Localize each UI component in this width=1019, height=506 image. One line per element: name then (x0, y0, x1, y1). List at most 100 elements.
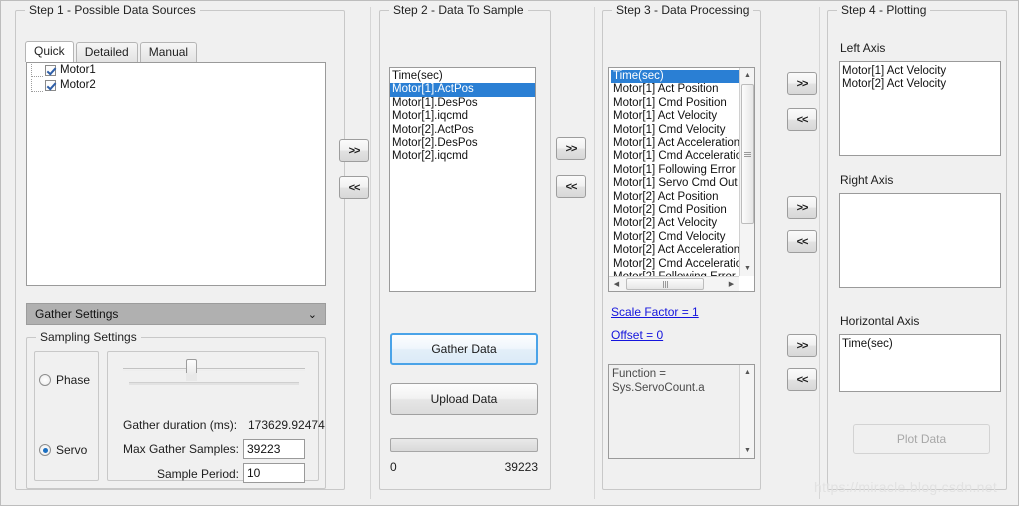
remove-from-horizontal-axis-button[interactable]: << (787, 368, 817, 391)
list-item[interactable]: Time(sec) (611, 70, 739, 84)
add-to-sample-button[interactable]: >> (339, 139, 369, 162)
scale-factor-link[interactable]: Scale Factor = 1 (611, 305, 699, 319)
function-vertical-scrollbar[interactable]: ▲ ▼ (739, 365, 754, 458)
horizontal-axis-label: Horizontal Axis (840, 314, 920, 328)
list-item[interactable]: Motor[1] Cmd Position (611, 97, 739, 110)
scroll-down-icon[interactable]: ▼ (740, 261, 754, 276)
radio-icon[interactable] (39, 374, 51, 386)
max-gather-samples-label: Max Gather Samples: (122, 442, 239, 456)
list-item[interactable]: Motor[1] Act Velocity (840, 65, 1000, 78)
list-item[interactable]: Time(sec) (390, 70, 535, 83)
list-item[interactable]: Motor[2].ActPos (390, 124, 535, 137)
plot-data-button[interactable]: Plot Data (853, 424, 990, 454)
sampling-settings-title: Sampling Settings (36, 330, 141, 344)
gather-duration-value: 173629.92474 (248, 418, 325, 432)
step1-title: Step 1 - Possible Data Sources (25, 3, 200, 17)
upload-data-button[interactable]: Upload Data (390, 383, 538, 415)
list-item[interactable]: Motor[1] Servo Cmd Out (611, 177, 739, 190)
chevron-double-down-icon[interactable]: ⌄ (308, 308, 317, 321)
list-item[interactable]: Motor[2] Act Acceleration (611, 244, 739, 257)
scroll-up-icon[interactable]: ▲ (740, 365, 754, 380)
right-axis-list[interactable] (839, 193, 1001, 288)
list-item[interactable]: Motor[1] Act Position (611, 83, 739, 96)
radio-servo[interactable]: Servo (39, 443, 87, 457)
list-item[interactable]: Motor[2] Cmd Position (611, 204, 739, 217)
grip-icon (662, 280, 668, 288)
sample-period-input[interactable]: 10 (243, 463, 305, 483)
remove-from-left-axis-button[interactable]: << (787, 108, 817, 131)
data-sources-tree[interactable]: Motor1 Motor2 (26, 62, 326, 286)
tab-detailed[interactable]: Detailed (75, 42, 138, 62)
left-axis-label: Left Axis (840, 41, 886, 55)
grip-icon (744, 151, 751, 157)
remove-from-sample-button[interactable]: << (339, 176, 369, 199)
radio-servo-label: Servo (56, 443, 88, 457)
offset-link[interactable]: Offset = 0 (611, 328, 663, 342)
vertical-scroll-thumb[interactable] (741, 84, 754, 224)
horizontal-scroll-thumb[interactable] (626, 278, 704, 290)
step4-title: Step 4 - Plotting (837, 3, 931, 17)
max-gather-samples-input[interactable]: 39223 (243, 439, 305, 459)
list-item[interactable]: Motor[2] Cmd Acceleration (611, 258, 739, 271)
list-item[interactable]: Motor[2].iqcmd (390, 150, 535, 163)
list-item[interactable]: Motor[1].iqcmd (390, 110, 535, 123)
slider-track-secondary (129, 382, 299, 385)
add-to-right-axis-button[interactable]: >> (787, 196, 817, 219)
list-item[interactable]: Motor[1].ActPos (390, 83, 535, 97)
list-item[interactable]: Motor[1] Following Error (611, 164, 739, 177)
horizontal-axis-list[interactable]: Time(sec) (839, 334, 1001, 392)
list-item[interactable]: Motor[1] Act Velocity (611, 110, 739, 123)
checkbox-icon[interactable] (45, 65, 56, 76)
scroll-right-icon[interactable]: ▶ (724, 277, 739, 291)
data-to-sample-list[interactable]: Time(sec) Motor[1].ActPos Motor[1].DesPo… (389, 67, 536, 292)
list-item[interactable]: Motor[1].DesPos (390, 97, 535, 110)
step2-title: Step 2 - Data To Sample (389, 3, 528, 17)
source-label: Motor2 (60, 79, 96, 91)
list-item[interactable]: Time(sec) (840, 338, 1000, 351)
data-processing-list[interactable]: Time(sec) Motor[1] Act Position Motor[1]… (608, 67, 755, 292)
list-item[interactable]: Motor[1] Cmd Acceleration (611, 150, 739, 163)
list-item[interactable]: Motor2 (27, 78, 325, 93)
function-label: Function = (612, 368, 667, 380)
checkbox-icon[interactable] (45, 80, 56, 91)
remove-from-right-axis-button[interactable]: << (787, 230, 817, 253)
slider-thumb[interactable] (186, 359, 197, 381)
list-item[interactable]: Motor[1] Cmd Velocity (611, 124, 739, 137)
vertical-scrollbar[interactable]: ▲ ▼ (739, 68, 754, 276)
gather-settings-header[interactable]: Gather Settings ⌄ (26, 303, 326, 325)
progress-max-label: 39223 (504, 460, 538, 474)
list-item[interactable]: Motor[2] Act Velocity (840, 78, 1000, 91)
source-label: Motor1 (60, 64, 96, 76)
function-value: Sys.ServoCount.a (612, 382, 705, 394)
radio-icon[interactable] (39, 444, 51, 456)
gather-and-plot-window: Step 1 - Possible Data Sources Quick Det… (0, 0, 1019, 506)
tree-line-icon (31, 79, 43, 92)
tab-quick[interactable]: Quick (25, 41, 74, 62)
list-item[interactable]: Motor[2] Act Position (611, 191, 739, 204)
list-item[interactable]: Motor[2] Cmd Velocity (611, 231, 739, 244)
radio-phase[interactable]: Phase (39, 373, 90, 387)
scroll-left-icon[interactable]: ◀ (609, 277, 624, 291)
gather-data-button[interactable]: Gather Data (390, 333, 538, 365)
list-item[interactable]: Motor[1] Act Acceleration (611, 137, 739, 150)
gather-duration-label: Gather duration (ms): (123, 418, 238, 432)
function-textbox[interactable]: Function = Sys.ServoCount.a ▲ ▼ (608, 364, 755, 459)
horizontal-scrollbar[interactable]: ◀ ▶ (609, 276, 739, 291)
add-to-horizontal-axis-button[interactable]: >> (787, 334, 817, 357)
scroll-down-icon[interactable]: ▼ (740, 443, 754, 458)
left-axis-list[interactable]: Motor[1] Act Velocity Motor[2] Act Veloc… (839, 61, 1001, 156)
tab-manual[interactable]: Manual (139, 42, 198, 62)
sample-period-slider[interactable] (123, 359, 305, 387)
sampling-mode-group (34, 351, 99, 481)
add-to-left-axis-button[interactable]: >> (787, 72, 817, 95)
add-to-processing-button[interactable]: >> (556, 137, 586, 160)
list-item[interactable]: Motor[2] Act Velocity (611, 217, 739, 230)
list-item[interactable]: Motor1 (27, 63, 325, 78)
remove-from-processing-button[interactable]: << (556, 175, 586, 198)
scroll-up-icon[interactable]: ▲ (740, 68, 754, 83)
data-processing-list-viewport: Time(sec) Motor[1] Act Position Motor[1]… (609, 68, 739, 276)
radio-phase-label: Phase (56, 373, 91, 387)
gather-progress-bar (390, 438, 538, 452)
list-item[interactable]: Motor[2].DesPos (390, 137, 535, 150)
slider-track (123, 368, 305, 371)
